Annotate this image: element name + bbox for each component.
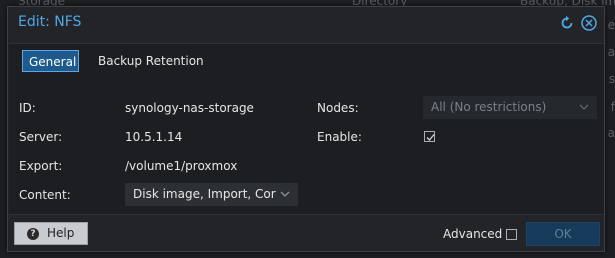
help-button-label: Help <box>47 226 75 240</box>
id-label: ID: <box>19 101 36 115</box>
content-select-value: Disk image, Import, Cor <box>133 187 276 201</box>
dialog-titlebar[interactable]: Edit: NFS <box>8 7 604 39</box>
edit-nfs-dialog: Edit: NFS General Backup Retention ID: s… <box>7 6 605 252</box>
dialog-title: Edit: NFS <box>18 14 82 30</box>
close-icon[interactable] <box>580 14 598 32</box>
bg-row-fragment: f <box>610 100 615 114</box>
ok-button[interactable]: OK <box>526 222 600 246</box>
content-label: Content: <box>19 188 71 202</box>
bg-row-fragment: a <box>607 126 615 140</box>
nodes-label: Nodes: <box>317 101 359 115</box>
advanced-checkbox[interactable] <box>506 229 517 240</box>
help-button[interactable]: ? Help <box>14 222 88 245</box>
export-label: Export: <box>19 159 63 173</box>
export-value: /volume1/proxmox <box>125 159 238 173</box>
server-value: 10.5.1.14 <box>125 130 183 144</box>
enable-checkbox[interactable] <box>424 131 435 142</box>
nodes-select-value: All (No restrictions) <box>431 100 547 114</box>
nodes-select[interactable]: All (No restrictions) <box>423 96 597 119</box>
chevron-down-icon <box>579 104 589 110</box>
advanced-label: Advanced <box>443 227 503 241</box>
bg-row-fragment: e <box>607 18 615 32</box>
id-value: synology-nas-storage <box>125 101 254 115</box>
chevron-down-icon <box>280 191 290 197</box>
bg-row-fragment: a <box>607 45 615 59</box>
reset-icon[interactable] <box>558 14 576 32</box>
dialog-footer: ? Help Advanced OK <box>8 217 604 251</box>
question-circle-icon: ? <box>27 228 39 240</box>
enable-label: Enable: <box>317 130 362 144</box>
dialog-body: General Backup Retention ID: synology-na… <box>9 43 604 215</box>
bg-row-fragment: s <box>608 72 615 86</box>
checkmark-icon <box>426 134 435 141</box>
tab-general[interactable]: General <box>22 50 79 72</box>
tab-backup-retention[interactable]: Backup Retention <box>98 50 204 72</box>
content-select[interactable]: Disk image, Import, Cor <box>125 183 298 206</box>
server-label: Server: <box>19 130 63 144</box>
